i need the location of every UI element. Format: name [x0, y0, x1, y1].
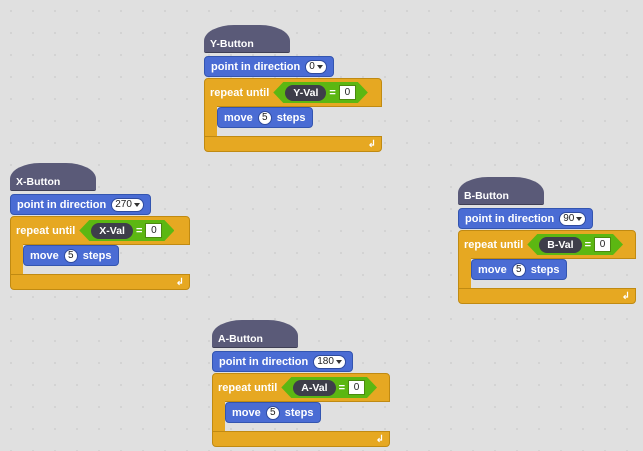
equals-operator[interactable]: B-Val = 0 — [527, 234, 623, 255]
steps-input[interactable]: 5 — [63, 248, 78, 263]
repeat-until-header: repeat until A-Val = 0 — [212, 373, 390, 402]
block-label: point in direction — [17, 198, 107, 211]
hat-block[interactable]: B-Button — [458, 177, 544, 205]
move-steps-block[interactable]: move 5 steps — [225, 402, 321, 423]
move-steps-block[interactable]: move 5 steps — [23, 245, 119, 266]
variable-reporter[interactable]: B-Val — [539, 237, 581, 253]
compare-input[interactable]: 0 — [145, 223, 162, 238]
point-in-direction-block[interactable]: point in direction 90 — [458, 208, 594, 229]
compare-input[interactable]: 0 — [339, 85, 356, 100]
variable-reporter[interactable]: A-Val — [293, 380, 335, 396]
point-in-direction-block[interactable]: point in direction 0 — [204, 56, 334, 77]
c-arm — [204, 106, 217, 138]
block-label: move — [478, 263, 507, 276]
hat-label: B-Button — [464, 190, 509, 202]
c-bottom: ↲ — [204, 136, 382, 152]
hat-block[interactable]: X-Button — [10, 163, 96, 191]
block-label: point in direction — [211, 60, 301, 73]
block-label: repeat until — [210, 86, 270, 99]
equals-sign: = — [584, 238, 591, 251]
block-label: point in direction — [465, 212, 555, 225]
repeat-until-header: repeat until X-Val = 0 — [10, 216, 190, 245]
block-label: move — [30, 249, 59, 262]
block-label: steps — [82, 249, 112, 262]
equals-sign: = — [329, 86, 336, 99]
c-bottom: ↲ — [212, 431, 390, 447]
compare-input[interactable]: 0 — [594, 237, 611, 252]
equals-operator[interactable]: A-Val = 0 — [281, 377, 377, 398]
c-arm — [212, 401, 225, 433]
c-arm — [458, 258, 471, 290]
block-label: steps — [276, 111, 306, 124]
point-in-direction-block[interactable]: point in direction 180 — [212, 351, 353, 372]
point-in-direction-block[interactable]: point in direction 270 — [10, 194, 151, 215]
variable-reporter[interactable]: X-Val — [91, 223, 133, 239]
block-label: move — [232, 406, 261, 419]
c-arm — [10, 244, 23, 276]
repeat-until-header: repeat until B-Val = 0 — [458, 230, 636, 259]
loop-arrow-icon: ↲ — [175, 277, 184, 288]
equals-operator[interactable]: Y-Val = 0 — [273, 82, 368, 103]
loop-arrow-icon: ↲ — [375, 434, 384, 445]
steps-input[interactable]: 5 — [511, 262, 526, 277]
direction-dropdown[interactable]: 270 — [111, 197, 144, 212]
equals-sign: = — [338, 381, 345, 394]
steps-input[interactable]: 5 — [265, 405, 280, 420]
direction-dropdown[interactable]: 90 — [559, 211, 587, 226]
loop-arrow-icon: ↲ — [621, 291, 630, 302]
block-label: repeat until — [464, 238, 524, 251]
c-bottom: ↲ — [10, 274, 190, 290]
steps-input[interactable]: 5 — [257, 110, 272, 125]
hat-label: X-Button — [16, 176, 61, 188]
hat-block[interactable]: A-Button — [212, 320, 298, 348]
repeat-until-header: repeat until Y-Val = 0 — [204, 78, 382, 107]
hat-label: A-Button — [218, 333, 263, 345]
block-label: point in direction — [219, 355, 309, 368]
variable-reporter[interactable]: Y-Val — [285, 85, 326, 101]
block-label: repeat until — [16, 224, 76, 237]
block-label: move — [224, 111, 253, 124]
equals-operator[interactable]: X-Val = 0 — [79, 220, 174, 241]
block-label: steps — [530, 263, 560, 276]
equals-sign: = — [135, 224, 143, 237]
move-steps-block[interactable]: move 5 steps — [217, 107, 313, 128]
block-label: repeat until — [218, 381, 278, 394]
direction-dropdown[interactable]: 0 — [305, 59, 327, 74]
hat-block[interactable]: Y-Button — [204, 25, 290, 53]
move-steps-block[interactable]: move 5 steps — [471, 259, 567, 280]
compare-input[interactable]: 0 — [348, 380, 365, 395]
c-bottom: ↲ — [458, 288, 636, 304]
block-label: steps — [284, 406, 314, 419]
loop-arrow-icon: ↲ — [367, 139, 376, 150]
hat-label: Y-Button — [210, 38, 254, 50]
direction-dropdown[interactable]: 180 — [313, 354, 346, 369]
